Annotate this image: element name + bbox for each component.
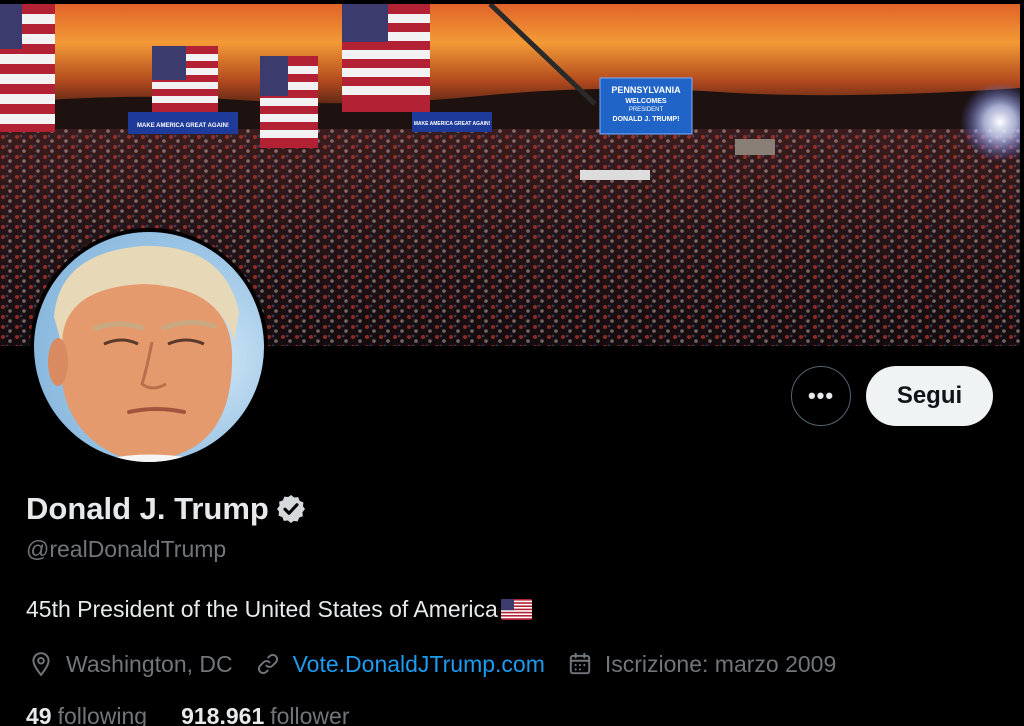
profile-page: MAKE AMERICA GREAT AGAIN! MAKE AMERICA G… — [0, 0, 1024, 726]
follower-count: 918.961 — [181, 703, 265, 726]
profile-avatar[interactable] — [30, 228, 268, 466]
profile-joined: Iscrizione: marzo 2009 — [567, 651, 836, 678]
location-pin-icon — [32, 652, 50, 677]
banner-screen-line-4: DONALD J. TRUMP! — [613, 116, 680, 123]
follower-label: follower — [270, 703, 350, 726]
avatar-portrait — [48, 245, 239, 462]
banner-flag — [0, 4, 55, 132]
following-count: 49 — [26, 703, 52, 726]
link-icon — [257, 653, 278, 675]
verified-badge-icon[interactable] — [275, 493, 307, 525]
follower-stat[interactable]: 918.961 follower — [181, 703, 349, 726]
follow-button-label: Segui — [896, 382, 963, 409]
more-options-icon: ••• — [807, 383, 835, 408]
banner-screen-line-2: WELCOMES — [625, 98, 667, 105]
profile-meta: Washington, DC Vote.DonaldJTrump.com Isc… — [28, 648, 858, 680]
banner-screen-line-1: PENNSYLVANIA — [611, 85, 681, 95]
profile-location: Washington, DC — [28, 651, 233, 678]
banner-sign-left: MAKE AMERICA GREAT AGAIN! — [137, 123, 229, 129]
profile-location-text: Washington, DC — [66, 650, 233, 677]
calendar-icon — [569, 652, 591, 675]
profile-name-text: Donald J. Trump — [26, 491, 269, 526]
profile-website[interactable]: Vote.DonaldJTrump.com — [255, 651, 545, 678]
banner-screen-line-3: PRESIDENT — [629, 107, 664, 113]
follow-button[interactable]: Segui — [866, 366, 993, 426]
profile-stats: 49 following 918.961 follower — [26, 703, 384, 726]
profile-bio: 45th President of the United States of A… — [26, 596, 532, 623]
profile-handle: @realDonaldTrump — [26, 536, 227, 562]
following-stat[interactable]: 49 following — [26, 703, 147, 726]
more-options-button[interactable]: ••• — [791, 366, 851, 426]
profile-website-link[interactable]: Vote.DonaldJTrump.com — [293, 651, 545, 678]
profile-name: Donald J. Trump — [26, 491, 307, 527]
profile-joined-text: Iscrizione: marzo 2009 — [604, 650, 837, 677]
following-label: following — [57, 703, 148, 726]
us-flag-icon — [500, 599, 532, 620]
profile-bio-text: 45th President of the United States of A… — [26, 596, 498, 622]
banner-sign-right: MAKE AMERICA GREAT AGAIN! — [414, 121, 491, 127]
